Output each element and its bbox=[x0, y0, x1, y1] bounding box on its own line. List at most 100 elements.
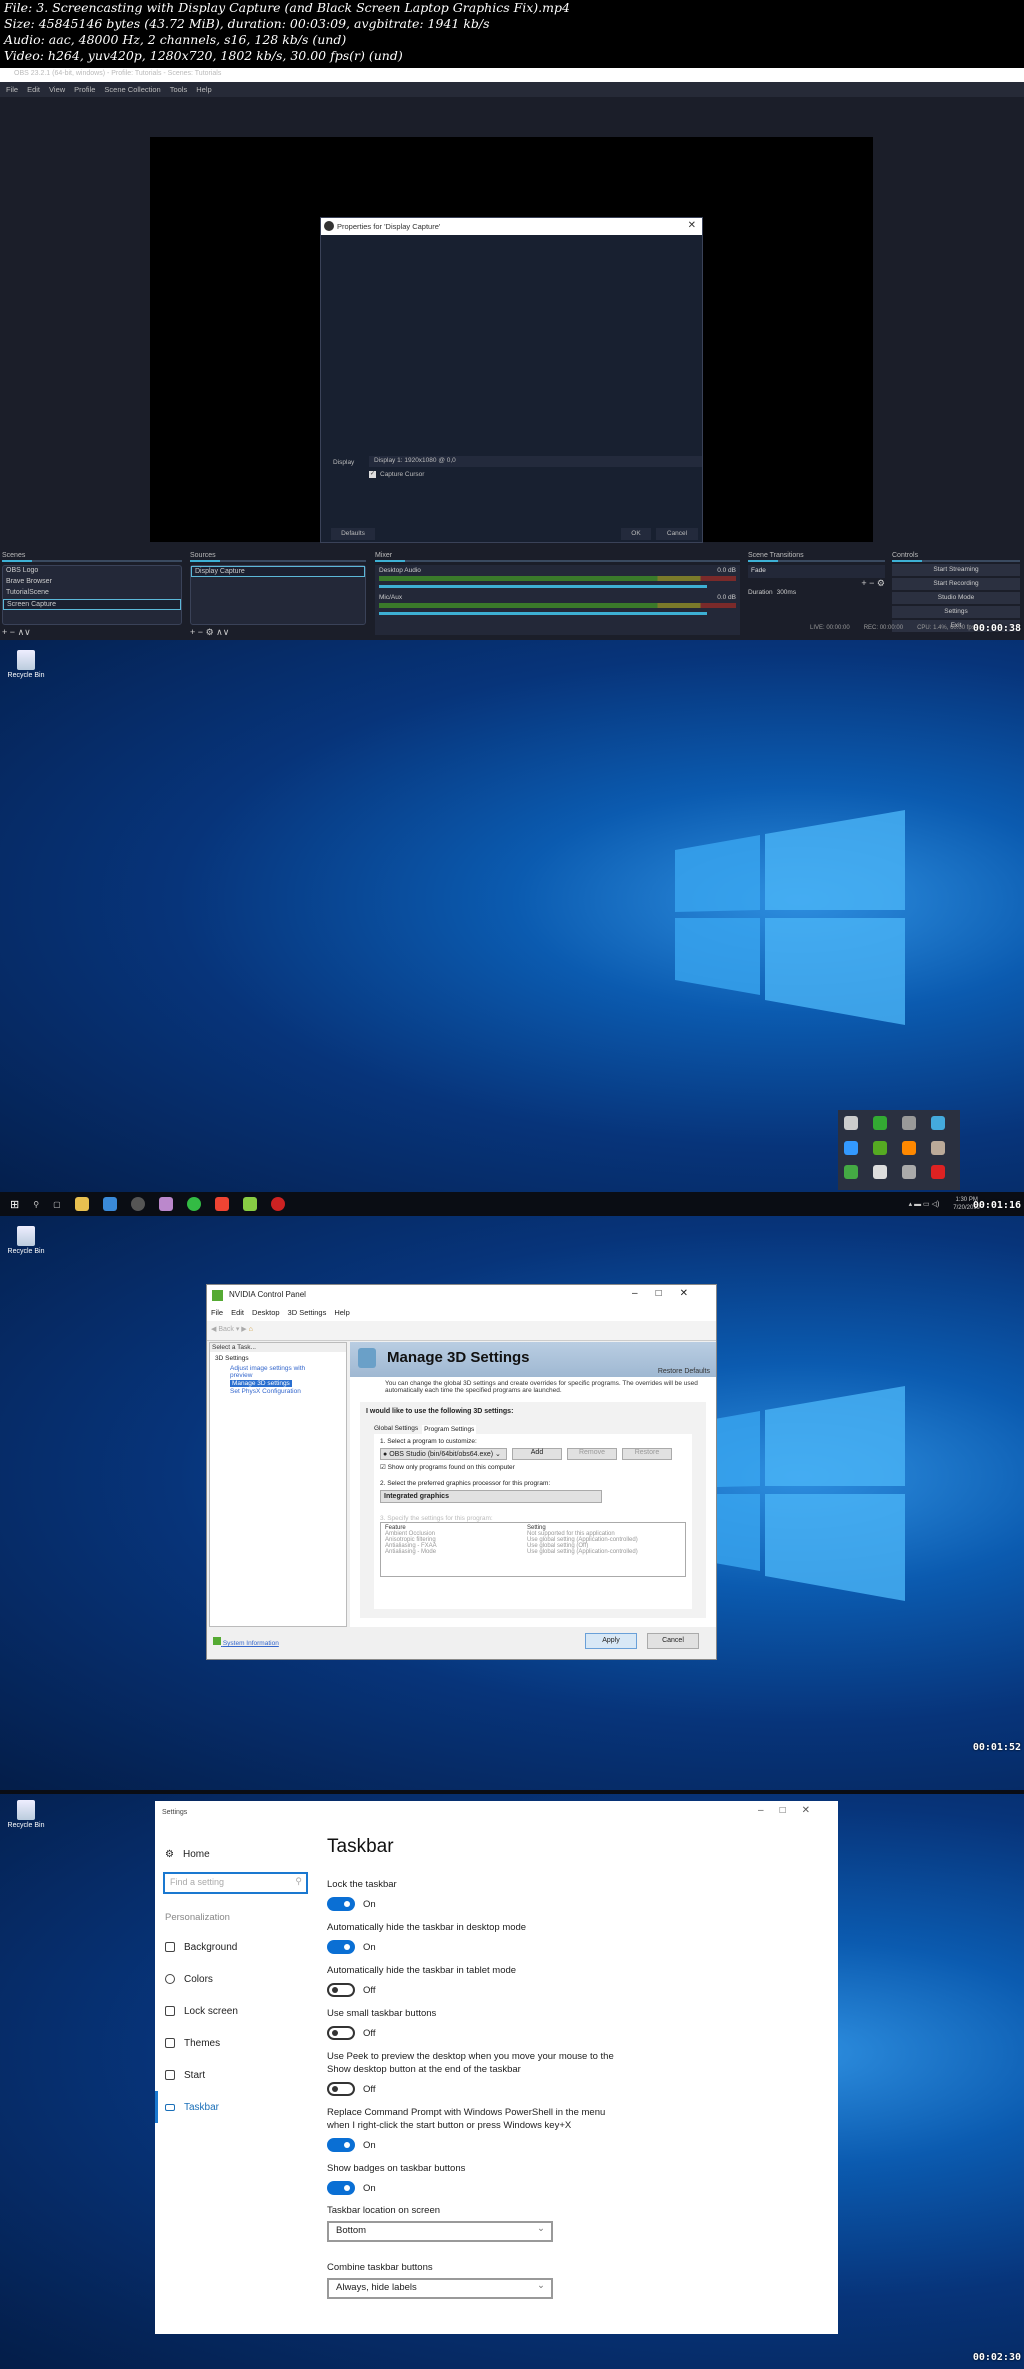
cloud-icon[interactable] bbox=[902, 1116, 916, 1130]
record-app-icon[interactable] bbox=[270, 1197, 285, 1211]
restore-defaults-link[interactable]: Restore Defaults bbox=[658, 1368, 710, 1375]
transition-select[interactable]: Fade bbox=[748, 565, 885, 578]
home-icon[interactable]: ⌂ bbox=[249, 1326, 253, 1333]
tree-item[interactable]: Adjust image settings with preview bbox=[210, 1365, 346, 1379]
app-icon[interactable] bbox=[873, 1165, 887, 1180]
nav-colors[interactable]: Colors bbox=[155, 1963, 325, 1995]
menu-help[interactable]: Help bbox=[334, 1308, 349, 1319]
cancel-button[interactable]: Cancel bbox=[656, 528, 698, 540]
cell[interactable]: Antialiasing - Mode bbox=[385, 1549, 527, 1555]
volume-slider[interactable] bbox=[379, 585, 708, 588]
source-item[interactable]: Display Capture bbox=[191, 566, 365, 577]
toggle-switch[interactable] bbox=[327, 2181, 355, 2195]
restore-button[interactable]: Restore bbox=[622, 1448, 672, 1460]
add-icon[interactable]: + bbox=[190, 627, 195, 637]
apply-button[interactable]: Apply bbox=[585, 1633, 637, 1649]
menu-view[interactable]: View bbox=[49, 85, 65, 94]
nav-home[interactable]: ⚙ Home bbox=[155, 1838, 325, 1870]
menu-edit[interactable]: Edit bbox=[27, 85, 40, 94]
nav-taskbar[interactable]: Taskbar bbox=[155, 2091, 325, 2123]
search-input[interactable]: Find a setting ⚲ bbox=[163, 1872, 308, 1894]
forward-button[interactable]: ▶ bbox=[241, 1326, 246, 1333]
remove-icon[interactable]: − bbox=[10, 627, 15, 637]
menu-file[interactable]: File bbox=[211, 1308, 223, 1319]
tree-root[interactable]: 3D Settings bbox=[215, 1355, 249, 1362]
start-recording-button[interactable]: Start Recording bbox=[892, 578, 1020, 590]
toggle-switch[interactable] bbox=[327, 2026, 355, 2040]
scene-item-selected[interactable]: Screen Capture bbox=[3, 599, 181, 610]
ok-button[interactable]: OK bbox=[621, 528, 651, 540]
remove-button[interactable]: Remove bbox=[567, 1448, 617, 1460]
tray-icons[interactable]: ▴ ▬ ▭ ◁) bbox=[909, 1200, 940, 1208]
cancel-button[interactable]: Cancel bbox=[647, 1633, 699, 1649]
capture-cursor-checkbox[interactable]: ✓ bbox=[369, 471, 376, 478]
down-icon[interactable]: ∨ bbox=[24, 627, 31, 637]
menu-scene-collection[interactable]: Scene Collection bbox=[104, 85, 160, 94]
back-button[interactable]: ◀ Back bbox=[211, 1326, 234, 1333]
scene-item[interactable]: Brave Browser bbox=[3, 577, 181, 588]
menu-file[interactable]: File bbox=[6, 85, 18, 94]
obs-icon[interactable] bbox=[130, 1197, 145, 1211]
search-icon[interactable]: ⚲ bbox=[33, 1200, 39, 1209]
start-streaming-button[interactable]: Start Streaming bbox=[892, 564, 1020, 576]
cell[interactable]: Use global setting (Application-controll… bbox=[527, 1549, 638, 1555]
gpu-select[interactable]: Integrated graphics bbox=[380, 1490, 602, 1503]
program-select[interactable]: ● OBS Studio (bin/64bit/obs64.exe) ⌄ bbox=[380, 1448, 507, 1460]
toggle-switch[interactable] bbox=[327, 2082, 355, 2096]
app-icon[interactable] bbox=[931, 1116, 945, 1130]
menu-desktop[interactable]: Desktop bbox=[252, 1308, 280, 1319]
nav-start[interactable]: Start bbox=[155, 2059, 325, 2091]
menu-profile[interactable]: Profile bbox=[74, 85, 95, 94]
app-icon[interactable] bbox=[844, 1165, 858, 1180]
toggle-switch[interactable] bbox=[327, 1897, 355, 1911]
task-view-icon[interactable]: ▢ bbox=[53, 1200, 61, 1209]
brave-icon[interactable] bbox=[214, 1197, 229, 1211]
up-icon[interactable]: ∧ bbox=[216, 627, 223, 637]
menu-edit[interactable]: Edit bbox=[231, 1308, 244, 1319]
windows-start-icon[interactable]: ⊞ bbox=[10, 1198, 19, 1211]
system-information-link[interactable]: System Information bbox=[213, 1637, 279, 1647]
recycle-bin[interactable]: Recycle Bin bbox=[6, 1226, 46, 1255]
display-select[interactable]: Display 1: 1920x1080 @ 0,0 bbox=[369, 456, 702, 467]
app-icon[interactable] bbox=[242, 1197, 257, 1211]
record-icon[interactable] bbox=[931, 1165, 945, 1180]
app-icon[interactable] bbox=[158, 1197, 173, 1211]
file-explorer-icon[interactable] bbox=[74, 1197, 89, 1211]
app-icon[interactable] bbox=[102, 1197, 117, 1211]
volume-slider[interactable] bbox=[379, 612, 708, 615]
down-icon[interactable]: ∨ bbox=[223, 627, 230, 637]
menu-tools[interactable]: Tools bbox=[170, 85, 188, 94]
tab-program-settings[interactable]: Program Settings bbox=[422, 1425, 477, 1434]
app-icon[interactable] bbox=[186, 1197, 201, 1211]
duration-input[interactable]: 300ms bbox=[777, 589, 797, 596]
toggle-switch[interactable] bbox=[327, 1940, 355, 1954]
add-button[interactable]: Add bbox=[512, 1448, 562, 1460]
location-dropdown[interactable]: Bottom bbox=[327, 2221, 553, 2242]
show-only-checkbox[interactable]: ☑ bbox=[380, 1464, 386, 1471]
nav-background[interactable]: Background bbox=[155, 1931, 325, 1963]
window-controls[interactable]: –□✕ bbox=[632, 1288, 706, 1299]
scene-item[interactable]: OBS Logo bbox=[3, 566, 181, 577]
avast-icon[interactable] bbox=[902, 1140, 916, 1155]
gear-icon[interactable]: ⚙ bbox=[206, 627, 214, 637]
network-icon[interactable] bbox=[902, 1165, 916, 1180]
toggle-switch[interactable] bbox=[327, 2138, 355, 2152]
window-controls[interactable]: –□✕ bbox=[758, 1805, 826, 1816]
recycle-bin[interactable]: Recycle Bin bbox=[6, 1800, 46, 1829]
nav-themes[interactable]: Themes bbox=[155, 2027, 325, 2059]
toggle-switch[interactable] bbox=[327, 1983, 355, 1997]
studio-mode-button[interactable]: Studio Mode bbox=[892, 592, 1020, 604]
tab-global-settings[interactable]: Global Settings bbox=[374, 1425, 418, 1434]
nav-lock-screen[interactable]: Lock screen bbox=[155, 1995, 325, 2027]
tree-item-selected[interactable]: Manage 3D settings bbox=[230, 1380, 292, 1387]
app-icon[interactable] bbox=[931, 1140, 945, 1155]
scene-item[interactable]: TutorialScene bbox=[3, 588, 181, 599]
combine-dropdown[interactable]: Always, hide labels bbox=[327, 2278, 553, 2299]
transition-buttons[interactable]: + − ⚙ bbox=[748, 578, 885, 589]
menu-help[interactable]: Help bbox=[196, 85, 211, 94]
remove-icon[interactable]: − bbox=[198, 627, 203, 637]
add-icon[interactable]: + bbox=[2, 627, 7, 637]
nvidia-icon[interactable] bbox=[873, 1140, 887, 1155]
shield-icon[interactable] bbox=[873, 1116, 887, 1130]
close-icon[interactable]: ✕ bbox=[688, 220, 696, 231]
